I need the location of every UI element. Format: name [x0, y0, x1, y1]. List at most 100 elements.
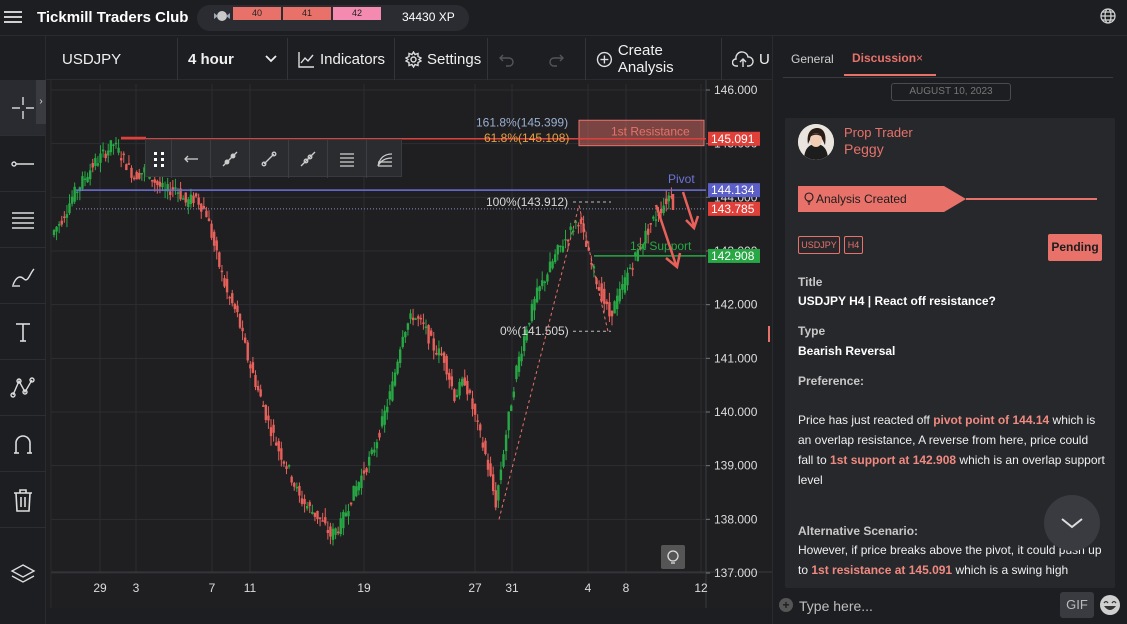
float-tool-fib-channel[interactable] — [367, 140, 403, 178]
horizontal-line-tool[interactable] — [0, 136, 46, 192]
candle-body — [424, 326, 428, 328]
candle-body — [370, 449, 373, 455]
create-analysis-label: Create Analysis — [617, 42, 674, 76]
author-name[interactable]: Peggy — [844, 141, 884, 157]
symbol-selector[interactable]: USDJPY — [46, 38, 178, 80]
candle-body — [556, 245, 559, 255]
text-tool[interactable] — [0, 304, 46, 360]
alt-scenario-label: Alternative Scenario: — [798, 524, 919, 538]
candle-body — [533, 298, 536, 311]
brush-tool[interactable] — [0, 248, 46, 304]
candle-body — [225, 278, 229, 293]
candle-body — [94, 157, 97, 166]
tab-general[interactable]: General — [791, 52, 834, 66]
active-tab-indicator — [844, 74, 936, 76]
candle-body — [432, 338, 435, 351]
x-tick-label: 29 — [93, 581, 107, 595]
globe-icon[interactable] — [1099, 7, 1117, 25]
candle-body — [184, 192, 187, 203]
magnet-tool[interactable] — [0, 416, 46, 472]
candle-body — [130, 167, 133, 178]
candle-body — [347, 511, 350, 517]
avatar[interactable] — [798, 124, 834, 160]
redo-button[interactable] — [538, 38, 586, 80]
timeframe-select[interactable]: 4 hour — [178, 38, 288, 80]
pivot-label: Pivot — [668, 172, 695, 186]
candle-body — [324, 517, 327, 524]
candle-body — [535, 287, 539, 303]
candle-body — [215, 240, 218, 251]
candle-body — [68, 203, 71, 214]
float-tool-trend-line[interactable] — [250, 140, 289, 178]
x-tick-label: 27 — [468, 581, 482, 595]
delete-tool[interactable] — [0, 472, 46, 528]
float-tool-extended-line[interactable] — [289, 140, 328, 178]
candle-body — [352, 485, 355, 501]
candle-body — [287, 465, 291, 467]
candle-body — [135, 171, 138, 180]
gif-button[interactable]: GIF — [1060, 592, 1094, 618]
plus-circle-icon — [596, 51, 613, 67]
float-tool-ray[interactable] — [211, 140, 250, 178]
candle-body — [564, 239, 567, 241]
candle-body — [380, 416, 384, 427]
create-analysis-button[interactable]: Create Analysis — [586, 38, 722, 80]
parallel-lines-tool[interactable] — [0, 192, 46, 248]
float-tool-parallel-channel[interactable] — [328, 140, 367, 178]
discussion-panel: General Discussion × AUGUST 10, 2023 Pro… — [772, 36, 1127, 624]
candle-body — [422, 322, 425, 324]
candle-body — [274, 442, 278, 446]
crosshair-icon — [12, 96, 34, 119]
drag-handle[interactable] — [146, 140, 172, 178]
settings-button[interactable]: Settings — [395, 38, 488, 80]
idea-button — [661, 545, 685, 569]
layers-tool[interactable] — [0, 546, 46, 602]
candle-body — [499, 469, 503, 481]
candle-body — [218, 252, 221, 267]
scroll-down-button[interactable] — [1044, 495, 1100, 551]
candle-body — [200, 203, 203, 212]
tab-discussion[interactable]: Discussion — [852, 51, 916, 65]
close-tab-button[interactable]: × — [916, 51, 923, 65]
text-icon — [16, 322, 30, 342]
pattern-tool[interactable] — [0, 360, 46, 416]
x-tick-label: 11 — [244, 581, 257, 595]
candle-body — [621, 284, 624, 290]
candle-body — [512, 391, 516, 398]
candle-body — [489, 463, 492, 476]
upload-button[interactable]: U — [722, 38, 772, 80]
x-tick-label: 7 — [209, 581, 216, 595]
app-title: Tickmill Traders Club — [37, 9, 189, 26]
candle-body — [386, 406, 389, 413]
candle-body — [104, 153, 107, 159]
trash-icon — [14, 488, 32, 512]
fib-channel-icon — [377, 153, 393, 167]
candle-body — [63, 216, 66, 219]
divider — [783, 77, 1113, 78]
add-attachment-button[interactable]: + — [779, 598, 793, 612]
candle-body — [429, 330, 433, 336]
y-tick-label: 139.000 — [714, 459, 758, 473]
expand-tools-button[interactable]: › — [36, 80, 46, 124]
banner-label: Analysis Created — [816, 192, 907, 206]
menu-icon[interactable] — [4, 8, 22, 26]
x-tick-label: 31 — [505, 581, 519, 595]
price-tag-label: 144.134 — [711, 183, 755, 197]
candle-body — [517, 356, 521, 372]
candle-body — [316, 510, 319, 520]
candle-body — [479, 424, 482, 431]
emoji-icon[interactable] — [1099, 594, 1121, 616]
chat-input[interactable] — [799, 594, 1049, 618]
candle-body — [176, 192, 180, 194]
candle-body — [293, 482, 296, 487]
candle-body — [362, 470, 366, 474]
indicators-button[interactable]: Indicators — [288, 38, 395, 80]
candle-body — [486, 459, 490, 470]
float-tool-arrow[interactable] — [172, 140, 211, 178]
candle-body — [194, 193, 198, 197]
candle-body — [427, 325, 430, 344]
undo-button[interactable] — [488, 38, 538, 80]
candle-body — [659, 208, 663, 214]
brush-icon — [12, 268, 35, 287]
candle-body — [329, 526, 332, 537]
